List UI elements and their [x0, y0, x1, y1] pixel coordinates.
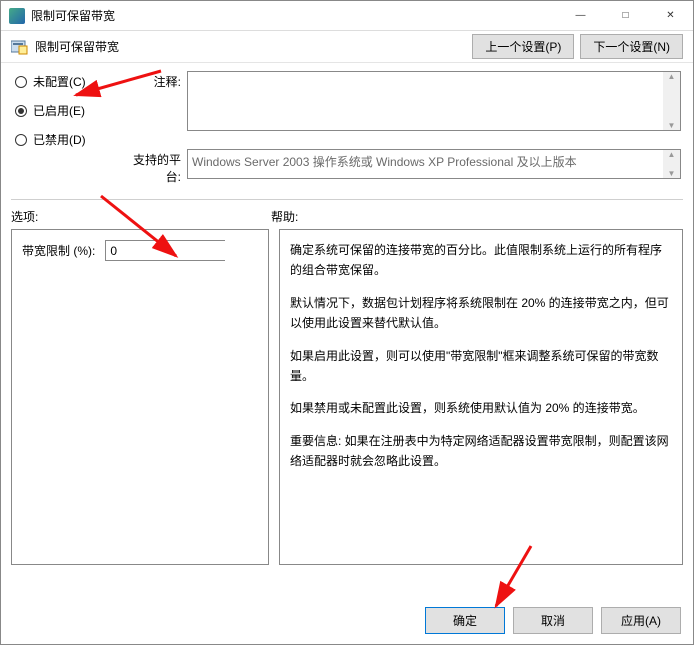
radio-icon [15, 76, 27, 88]
window-title: 限制可保留带宽 [31, 7, 558, 24]
radio-not-configured[interactable]: 未配置(C) [15, 73, 115, 90]
comment-textarea[interactable]: ▲▼ [187, 71, 681, 131]
bandwidth-spinner[interactable]: ▲ ▼ [105, 240, 225, 261]
help-paragraph: 重要信息: 如果在注册表中为特定网络适配器设置带宽限制，则配置该网络适配器时就会… [290, 431, 672, 472]
policy-icon [11, 39, 29, 55]
apply-button[interactable]: 应用(A) [601, 607, 681, 634]
toolbar: 限制可保留带宽 上一个设置(P) 下一个设置(N) [1, 31, 693, 63]
toolbar-subtitle: 限制可保留带宽 [35, 38, 119, 55]
scrollbar[interactable]: ▲▼ [663, 72, 680, 130]
bandwidth-input[interactable] [106, 241, 269, 260]
help-label: 帮助: [271, 208, 683, 225]
bandwidth-label: 带宽限制 (%): [22, 242, 95, 259]
help-paragraph: 如果启用此设置，则可以使用"带宽限制"框来调整系统可保留的带宽数量。 [290, 346, 672, 387]
radio-label: 已启用(E) [33, 102, 85, 119]
ok-button[interactable]: 确定 [425, 607, 505, 634]
close-button[interactable]: ✕ [648, 1, 693, 30]
window-controls: — □ ✕ [558, 1, 693, 30]
platform-value: Windows Server 2003 操作系统或 Windows XP Pro… [192, 155, 577, 169]
comment-label: 注释: [121, 73, 181, 90]
platform-textarea: Windows Server 2003 操作系统或 Windows XP Pro… [187, 149, 681, 179]
help-paragraph: 默认情况下，数据包计划程序将系统限制在 20% 的连接带宽之内，但可以使用此设置… [290, 293, 672, 334]
radio-label: 未配置(C) [33, 73, 86, 90]
cancel-button[interactable]: 取消 [513, 607, 593, 634]
state-radio-group: 未配置(C) 已启用(E) 已禁用(D) [15, 73, 115, 160]
radio-icon [15, 134, 27, 146]
radio-enabled[interactable]: 已启用(E) [15, 102, 115, 119]
help-paragraph: 如果禁用或未配置此设置，则系统使用默认值为 20% 的连接带宽。 [290, 398, 672, 418]
help-paragraph: 确定系统可保留的连接带宽的百分比。此值限制系统上运行的所有程序的组合带宽保留。 [290, 240, 672, 281]
section-labels: 选项: 帮助: [1, 200, 693, 229]
dialog-buttons: 确定 取消 应用(A) [425, 607, 681, 634]
app-icon [9, 8, 25, 24]
radio-label: 已禁用(D) [33, 131, 86, 148]
config-top-panel: 未配置(C) 已启用(E) 已禁用(D) 注释: ▲▼ 支持的平台: Windo… [1, 63, 693, 199]
radio-disabled[interactable]: 已禁用(D) [15, 131, 115, 148]
scrollbar[interactable]: ▲▼ [663, 150, 680, 178]
minimize-button[interactable]: — [558, 1, 603, 30]
radio-icon [15, 105, 27, 117]
options-panel: 带宽限制 (%): ▲ ▼ [11, 229, 269, 565]
next-setting-button[interactable]: 下一个设置(N) [580, 34, 683, 59]
help-panel: 确定系统可保留的连接带宽的百分比。此值限制系统上运行的所有程序的组合带宽保留。 … [279, 229, 683, 565]
maximize-button[interactable]: □ [603, 1, 648, 30]
platform-label: 支持的平台: [121, 151, 181, 185]
prev-setting-button[interactable]: 上一个设置(P) [472, 34, 574, 59]
mid-panels: 带宽限制 (%): ▲ ▼ 确定系统可保留的连接带宽的百分比。此值限制系统上运行… [1, 229, 693, 565]
bandwidth-field-row: 带宽限制 (%): ▲ ▼ [22, 240, 258, 261]
options-label: 选项: [11, 208, 271, 225]
titlebar: 限制可保留带宽 — □ ✕ [1, 1, 693, 31]
